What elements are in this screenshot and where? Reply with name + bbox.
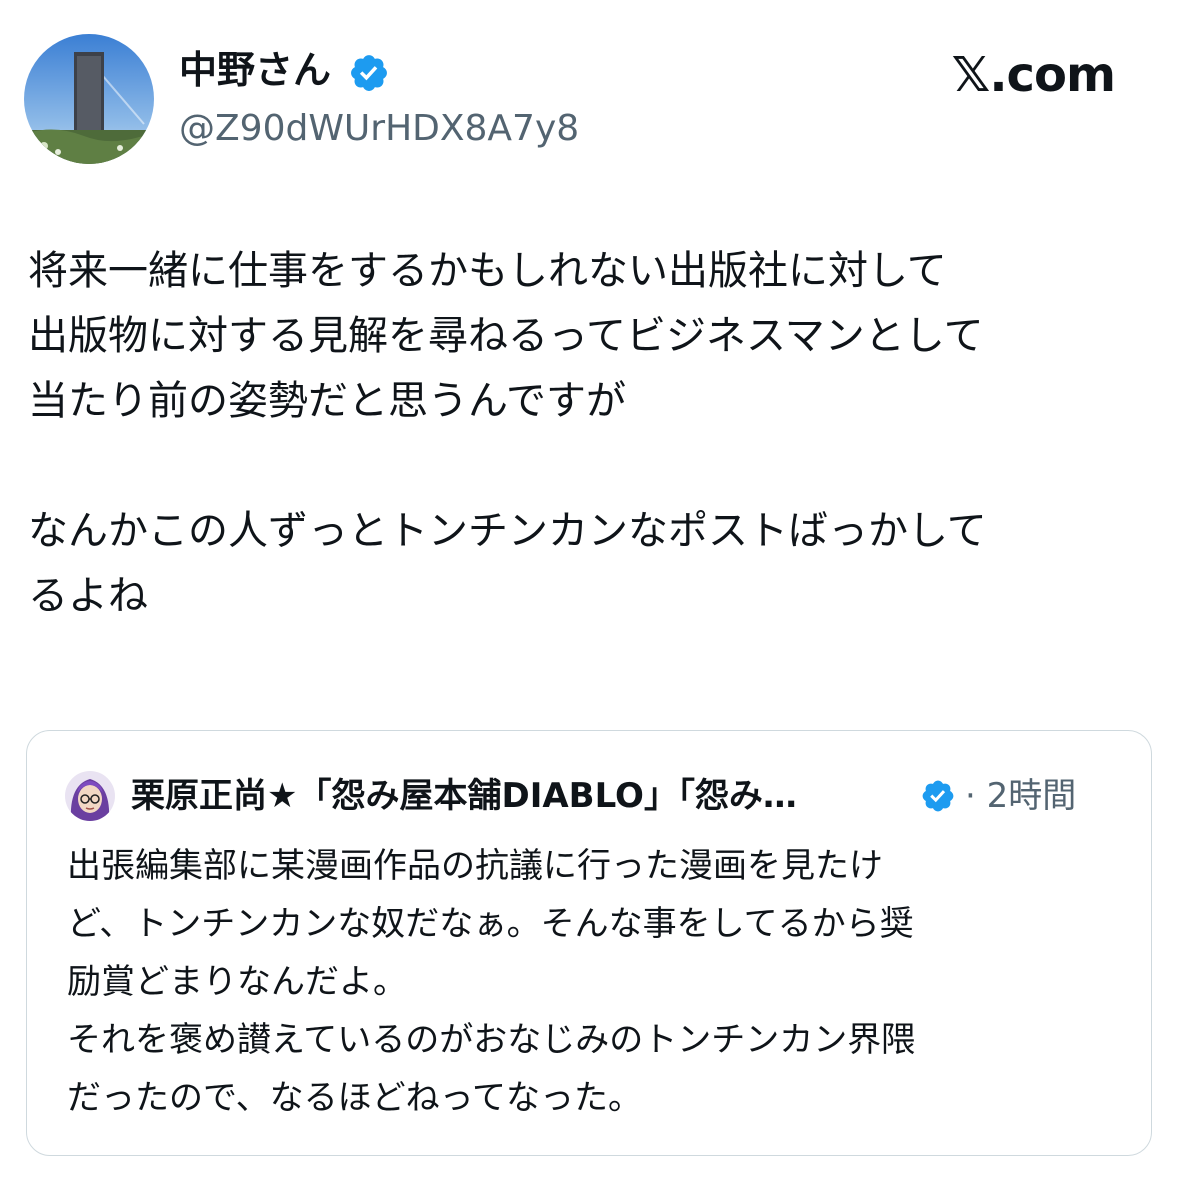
x-brand-logo: 𝕏.com [951,47,1116,103]
quoted-body-line: 出張編集部に某漫画作品の抗議に行った漫画を見たけ [67,846,883,886]
post-body-line: なんかこの人ずっとトンチンカンなポストばっかして [28,508,987,554]
post-body-blank-line [28,434,1148,499]
verified-badge-icon [922,780,954,812]
post-body-line: 将来一緒に仕事をするかもしれない出版社に対して [28,248,947,294]
post-body: 将来一緒に仕事をするかもしれない出版社に対して 出版物に対する見解を尋ねるってビ… [28,239,1148,629]
post-body-line: 当たり前の姿勢だと思うんですが [28,378,626,424]
quoted-post-body: 出張編集部に某漫画作品の抗議に行った漫画を見たけ ど、トンチンカンな奴だなぁ。そ… [67,837,1127,1127]
quoted-author-avatar[interactable] [65,771,115,821]
quoted-body-line: 励賞どまりなんだよ。 [67,962,407,1002]
profile-photo-tower-icon [24,34,154,164]
post-body-line: 出版物に対する見解を尋ねるってビジネスマンとして [28,313,984,359]
quoted-post-card[interactable]: 栗原正尚★「怨み屋本舗DIABLO」「怨み… · 2時間 出張編集部に某漫画作品… [26,730,1152,1156]
author-avatar[interactable] [24,34,154,164]
author-display-name[interactable]: 中野さん [179,44,331,96]
post-body-line: るよね [28,573,148,619]
verified-badge-icon [351,55,387,91]
quoted-body-line: だったので、なるほどねってなった。 [67,1078,642,1118]
quoted-post-timestamp[interactable]: · 2時間 [965,773,1076,819]
quoted-body-line: ど、トンチンカンな奴だなぁ。そんな事をしてるから奨 [67,904,914,944]
profile-photo-anime-character-icon [65,771,115,821]
quoted-author-display-name[interactable]: 栗原正尚★「怨み屋本舗DIABLO」「怨み… [131,773,921,819]
author-handle[interactable]: @Z90dWUrHDX8A7y8 [179,104,579,154]
quoted-body-line: それを褒め讃えているのがおなじみのトンチンカン界隈 [67,1020,916,1060]
